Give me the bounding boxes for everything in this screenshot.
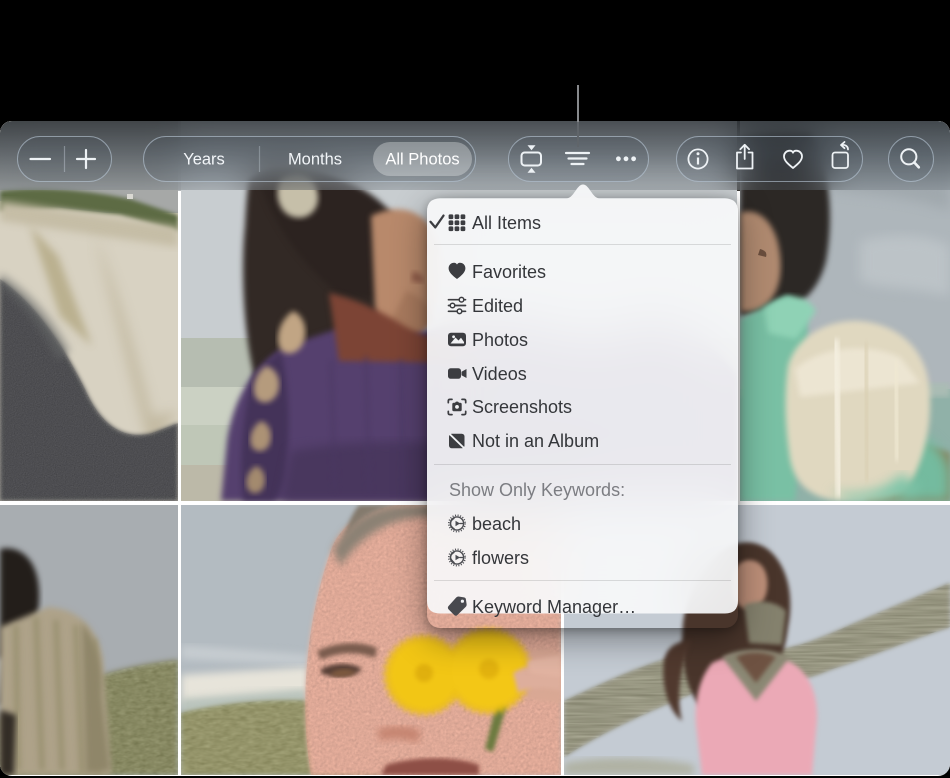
svg-text:Months: Months: [288, 151, 342, 169]
svg-text:All Photos: All Photos: [385, 151, 459, 169]
svg-text:Years: Years: [183, 151, 225, 169]
